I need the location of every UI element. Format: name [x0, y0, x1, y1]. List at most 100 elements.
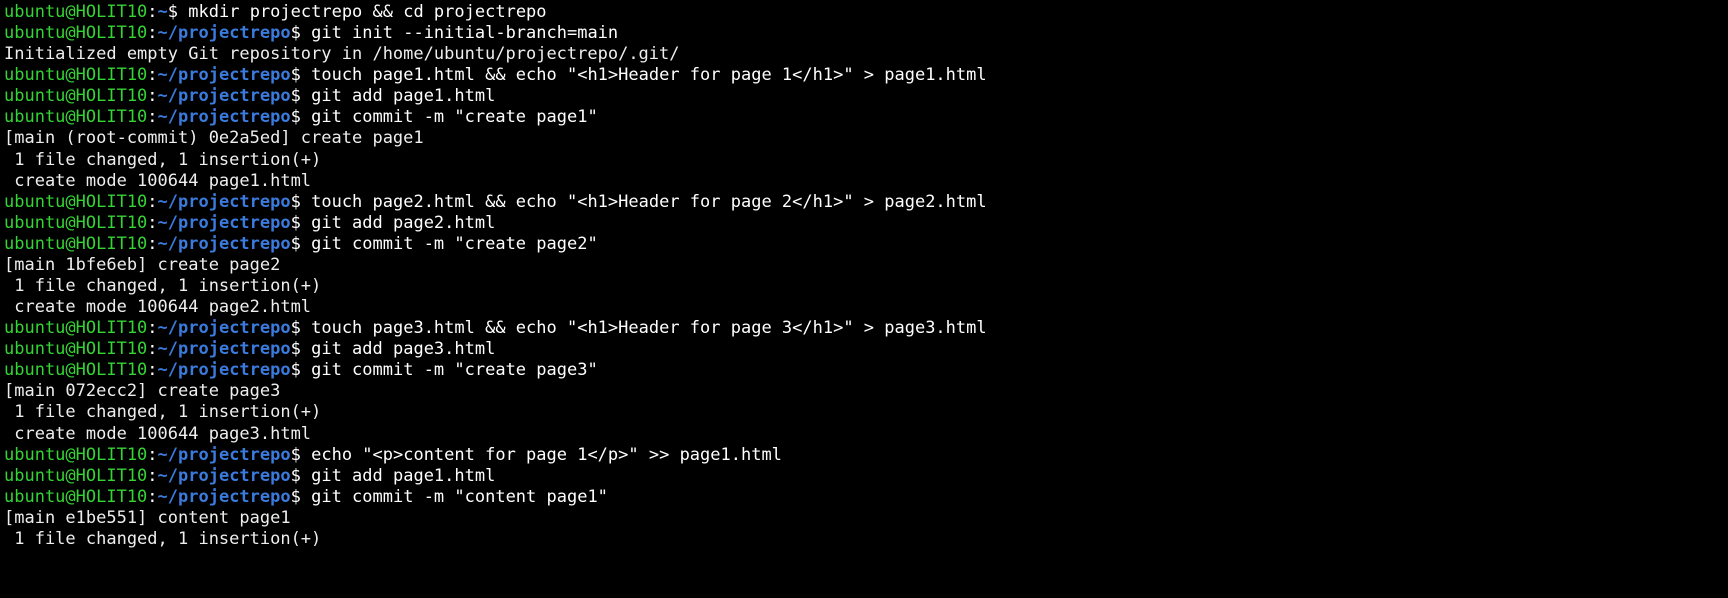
terminal-line: 1 file changed, 1 insertion(+) [4, 150, 1724, 171]
prompt-dollar: $ [291, 445, 301, 465]
prompt-dollar: $ [291, 23, 301, 43]
terminal-output[interactable]: ubuntu@HOLIT10:~$ mkdir projectrepo && c… [0, 0, 1728, 552]
prompt-colon: : [147, 339, 157, 359]
prompt-colon: : [147, 23, 157, 43]
prompt-path: ~/projectrepo [158, 213, 291, 233]
prompt-colon: : [147, 360, 157, 380]
prompt-user: ubuntu@HOLIT10 [4, 318, 147, 338]
prompt-user: ubuntu@HOLIT10 [4, 213, 147, 233]
prompt-colon: : [147, 234, 157, 254]
terminal-line: ubuntu@HOLIT10:~/projectrepo$ git add pa… [4, 466, 1724, 487]
command-text: git commit -m "create page2" [311, 234, 598, 254]
output-text: 1 file changed, 1 insertion(+) [4, 529, 321, 549]
prompt-path: ~/projectrepo [158, 339, 291, 359]
output-text: [main 072ecc2] create page3 [4, 381, 280, 401]
prompt-colon: : [147, 86, 157, 106]
prompt-colon: : [147, 213, 157, 233]
prompt-path: ~/projectrepo [158, 23, 291, 43]
command-text: git commit -m "create page3" [311, 360, 598, 380]
prompt-user: ubuntu@HOLIT10 [4, 487, 147, 507]
prompt-path: ~ [158, 2, 168, 22]
prompt-dollar: $ [291, 360, 301, 380]
command-text: touch page2.html && echo "<h1>Header for… [311, 192, 987, 212]
prompt-user: ubuntu@HOLIT10 [4, 360, 147, 380]
command-text: mkdir projectrepo && cd projectrepo [188, 2, 546, 22]
output-text: [main 1bfe6eb] create page2 [4, 255, 280, 275]
terminal-line: ubuntu@HOLIT10:~/projectrepo$ git add pa… [4, 86, 1724, 107]
terminal-line: [main 1bfe6eb] create page2 [4, 255, 1724, 276]
prompt-path: ~/projectrepo [158, 445, 291, 465]
terminal-line: 1 file changed, 1 insertion(+) [4, 276, 1724, 297]
prompt-user: ubuntu@HOLIT10 [4, 86, 147, 106]
prompt-dollar: $ [291, 234, 301, 254]
command-text: git add page1.html [311, 466, 495, 486]
prompt-dollar: $ [168, 2, 178, 22]
command-text: touch page1.html && echo "<h1>Header for… [311, 65, 987, 85]
prompt-dollar: $ [291, 107, 301, 127]
terminal-line: ubuntu@HOLIT10:~/projectrepo$ touch page… [4, 318, 1724, 339]
terminal-line: ubuntu@HOLIT10:~/projectrepo$ git commit… [4, 107, 1724, 128]
terminal-line: ubuntu@HOLIT10:~/projectrepo$ touch page… [4, 65, 1724, 86]
terminal-line: 1 file changed, 1 insertion(+) [4, 402, 1724, 423]
terminal-line: ubuntu@HOLIT10:~/projectrepo$ git add pa… [4, 213, 1724, 234]
prompt-user: ubuntu@HOLIT10 [4, 466, 147, 486]
prompt-user: ubuntu@HOLIT10 [4, 65, 147, 85]
terminal-line: ubuntu@HOLIT10:~$ mkdir projectrepo && c… [4, 2, 1724, 23]
prompt-dollar: $ [291, 487, 301, 507]
output-text: 1 file changed, 1 insertion(+) [4, 402, 321, 422]
prompt-colon: : [147, 65, 157, 85]
command-text: echo "<p>content for page 1</p>" >> page… [311, 445, 782, 465]
terminal-line: Initialized empty Git repository in /hom… [4, 44, 1724, 65]
command-text: git init --initial-branch=main [311, 23, 618, 43]
terminal-line: ubuntu@HOLIT10:~/projectrepo$ git commit… [4, 234, 1724, 255]
prompt-dollar: $ [291, 466, 301, 486]
prompt-path: ~/projectrepo [158, 107, 291, 127]
terminal-line: create mode 100644 page1.html [4, 171, 1724, 192]
prompt-colon: : [147, 192, 157, 212]
output-text: create mode 100644 page2.html [4, 297, 311, 317]
prompt-user: ubuntu@HOLIT10 [4, 2, 147, 22]
terminal-line: ubuntu@HOLIT10:~/projectrepo$ touch page… [4, 192, 1724, 213]
prompt-dollar: $ [291, 339, 301, 359]
terminal-line: [main e1be551] content page1 [4, 508, 1724, 529]
prompt-user: ubuntu@HOLIT10 [4, 192, 147, 212]
prompt-dollar: $ [291, 213, 301, 233]
prompt-path: ~/projectrepo [158, 318, 291, 338]
prompt-colon: : [147, 445, 157, 465]
output-text: 1 file changed, 1 insertion(+) [4, 276, 321, 296]
terminal-line: ubuntu@HOLIT10:~/projectrepo$ git add pa… [4, 339, 1724, 360]
command-text: git add page1.html [311, 86, 495, 106]
terminal-line: create mode 100644 page2.html [4, 297, 1724, 318]
prompt-user: ubuntu@HOLIT10 [4, 339, 147, 359]
prompt-colon: : [147, 2, 157, 22]
command-text: touch page3.html && echo "<h1>Header for… [311, 318, 987, 338]
prompt-user: ubuntu@HOLIT10 [4, 445, 147, 465]
terminal-line: [main 072ecc2] create page3 [4, 381, 1724, 402]
command-text: git add page2.html [311, 213, 495, 233]
prompt-colon: : [147, 107, 157, 127]
prompt-colon: : [147, 487, 157, 507]
prompt-path: ~/projectrepo [158, 65, 291, 85]
terminal-line: ubuntu@HOLIT10:~/projectrepo$ git commit… [4, 360, 1724, 381]
prompt-user: ubuntu@HOLIT10 [4, 234, 147, 254]
prompt-user: ubuntu@HOLIT10 [4, 107, 147, 127]
prompt-path: ~/projectrepo [158, 192, 291, 212]
prompt-colon: : [147, 466, 157, 486]
prompt-path: ~/projectrepo [158, 86, 291, 106]
output-text: create mode 100644 page3.html [4, 424, 311, 444]
prompt-dollar: $ [291, 65, 301, 85]
prompt-path: ~/projectrepo [158, 466, 291, 486]
command-text: git commit -m "create page1" [311, 107, 598, 127]
prompt-path: ~/projectrepo [158, 487, 291, 507]
prompt-path: ~/projectrepo [158, 360, 291, 380]
output-text: [main (root-commit) 0e2a5ed] create page… [4, 128, 424, 148]
terminal-line: ubuntu@HOLIT10:~/projectrepo$ echo "<p>c… [4, 445, 1724, 466]
terminal-line: create mode 100644 page3.html [4, 424, 1724, 445]
command-text: git add page3.html [311, 339, 495, 359]
prompt-path: ~/projectrepo [158, 234, 291, 254]
command-text: git commit -m "content page1" [311, 487, 608, 507]
terminal-line: ubuntu@HOLIT10:~/projectrepo$ git commit… [4, 487, 1724, 508]
output-text: 1 file changed, 1 insertion(+) [4, 150, 321, 170]
prompt-colon: : [147, 318, 157, 338]
prompt-dollar: $ [291, 318, 301, 338]
